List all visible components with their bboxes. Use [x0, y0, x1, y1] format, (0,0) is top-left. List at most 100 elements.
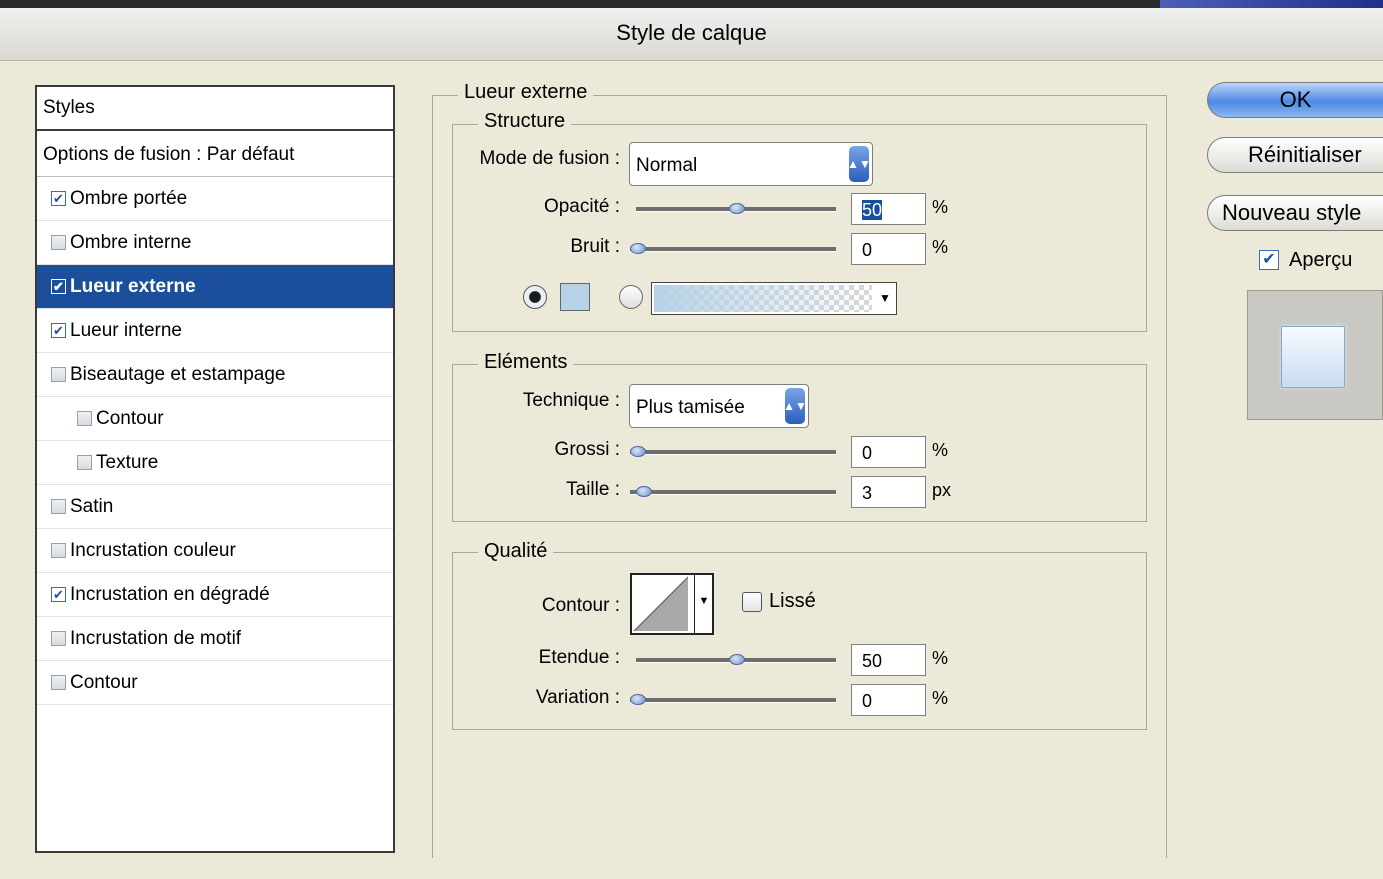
new-style-button[interactable]: Nouveau style	[1207, 195, 1383, 231]
style-item[interactable]: ✔ Ombre portée	[37, 177, 393, 221]
style-item[interactable]: ✔ Lueur externe	[37, 265, 393, 309]
technique-label: Technique :	[522, 390, 620, 411]
style-item-checkbox[interactable]	[77, 411, 92, 426]
style-item-checkbox[interactable]	[51, 543, 66, 558]
spread-slider-track[interactable]	[630, 450, 836, 455]
opacity-input[interactable]: 50	[851, 193, 926, 225]
structure-title: Structure	[478, 110, 572, 133]
jitter-slider-track[interactable]	[630, 698, 836, 703]
opacity-label: Opacité :	[543, 196, 620, 217]
chevron-down-icon: ▼	[694, 575, 713, 633]
jitter-input[interactable]: 0	[851, 684, 926, 716]
window-top-strip-accent	[1160, 0, 1383, 8]
technique-select[interactable]: Plus tamisée ▲▼	[629, 384, 809, 428]
noise-slider-thumb[interactable]	[630, 243, 646, 254]
blend-mode-value: Normal	[636, 155, 698, 176]
preview-swatch	[1281, 326, 1345, 388]
style-item[interactable]: Satin	[37, 485, 393, 529]
range-input[interactable]: 50	[851, 644, 926, 676]
size-input[interactable]: 3	[851, 476, 926, 508]
style-item-checkbox[interactable]	[51, 675, 66, 690]
style-item-checkbox[interactable]	[51, 235, 66, 250]
dialog-title: Style de calque	[616, 20, 767, 45]
style-item-checkbox[interactable]: ✔	[51, 323, 66, 338]
style-item[interactable]: Contour	[37, 397, 393, 441]
style-item-checkbox[interactable]: ✔	[51, 191, 66, 206]
size-unit: px	[932, 480, 952, 500]
style-item-label: Contour	[70, 671, 138, 693]
new-style-label: Nouveau style	[1222, 200, 1362, 225]
preview-checkbox[interactable]: ✔	[1259, 250, 1279, 270]
gradient-picker[interactable]: ▼	[651, 282, 897, 315]
style-item-checkbox[interactable]	[51, 499, 66, 514]
contour-picker[interactable]: ▼	[630, 573, 714, 635]
technique-value: Plus tamisée	[636, 397, 745, 418]
style-item-label: Incrustation de motif	[70, 627, 242, 649]
elements-title: Eléments	[478, 351, 574, 374]
style-item[interactable]: ✔ Incrustation en dégradé	[37, 573, 393, 617]
styles-header-label: Styles	[43, 97, 95, 118]
styles-list: Styles Options de fusion : Par défaut ✔ O…	[35, 85, 395, 853]
styles-header-item[interactable]: Styles	[37, 87, 393, 131]
spread-slider-thumb[interactable]	[630, 446, 646, 457]
style-item-label: Lueur externe	[70, 275, 196, 297]
style-item-checkbox[interactable]	[77, 455, 92, 470]
spread-value: 0	[862, 443, 873, 463]
style-item-label: Incrustation en dégradé	[70, 583, 270, 605]
ok-label: OK	[1279, 87, 1312, 112]
style-item-label: Lueur interne	[70, 319, 182, 341]
chevron-down-icon: ▼	[879, 291, 891, 305]
gradient-radio[interactable]	[619, 285, 643, 309]
range-unit: %	[932, 648, 949, 668]
noise-slider-track[interactable]	[630, 247, 836, 252]
size-slider-thumb[interactable]	[636, 486, 652, 497]
ok-button[interactable]: OK	[1207, 82, 1383, 118]
jitter-slider-thumb[interactable]	[630, 694, 646, 705]
solid-color-radio[interactable]	[523, 285, 547, 309]
size-slider-track[interactable]	[630, 490, 836, 495]
spread-input[interactable]: 0	[851, 436, 926, 468]
style-item-checkbox[interactable]	[51, 367, 66, 382]
blend-options-item[interactable]: Options de fusion : Par défaut	[37, 133, 393, 177]
preview-label: Aperçu	[1289, 249, 1353, 271]
style-item-label: Texture	[96, 451, 159, 473]
opacity-unit: %	[932, 197, 949, 217]
style-item[interactable]: ✔ Lueur interne	[37, 309, 393, 353]
style-item-checkbox[interactable]: ✔	[51, 279, 66, 294]
style-item[interactable]: Contour	[37, 661, 393, 705]
blend-options-label: Options de fusion : Par défaut	[43, 143, 295, 165]
style-item-checkbox[interactable]: ✔	[51, 587, 66, 602]
range-slider-thumb[interactable]	[729, 654, 745, 665]
quality-title: Qualité	[478, 540, 554, 563]
opacity-value: 50	[862, 200, 883, 220]
opacity-slider-thumb[interactable]	[729, 203, 745, 214]
jitter-label: Variation :	[535, 687, 620, 708]
style-item-checkbox[interactable]	[51, 631, 66, 646]
spread-label: Grossi :	[554, 439, 620, 460]
spread-unit: %	[932, 440, 949, 460]
blend-mode-select[interactable]: Normal ▲▼	[629, 142, 873, 186]
reset-label: Réinitialiser	[1248, 142, 1362, 167]
jitter-unit: %	[932, 688, 949, 708]
style-item[interactable]: Ombre interne	[37, 221, 393, 265]
glow-color-swatch[interactable]	[560, 283, 590, 311]
range-label: Etendue :	[538, 647, 620, 668]
smooth-label: Lissé	[769, 590, 816, 612]
style-item-label: Ombre portée	[70, 187, 188, 209]
size-value: 3	[862, 483, 873, 503]
style-item-label: Satin	[70, 495, 114, 517]
style-item[interactable]: Biseautage et estampage	[37, 353, 393, 397]
style-item-label: Contour	[96, 407, 164, 429]
style-item-label: Biseautage et estampage	[70, 363, 286, 385]
style-item[interactable]: Texture	[37, 441, 393, 485]
noise-input[interactable]: 0	[851, 233, 926, 265]
outer-glow-title: Lueur externe	[458, 81, 594, 104]
smooth-checkbox[interactable]	[742, 592, 762, 612]
style-item[interactable]: Incrustation couleur	[37, 529, 393, 573]
style-item[interactable]: Incrustation de motif	[37, 617, 393, 661]
noise-label: Bruit :	[570, 236, 620, 257]
reset-button[interactable]: Réinitialiser	[1207, 137, 1383, 173]
style-item-label: Ombre interne	[70, 231, 192, 253]
contour-linear-icon	[633, 576, 689, 632]
blend-mode-label: Mode de fusion :	[479, 148, 620, 169]
